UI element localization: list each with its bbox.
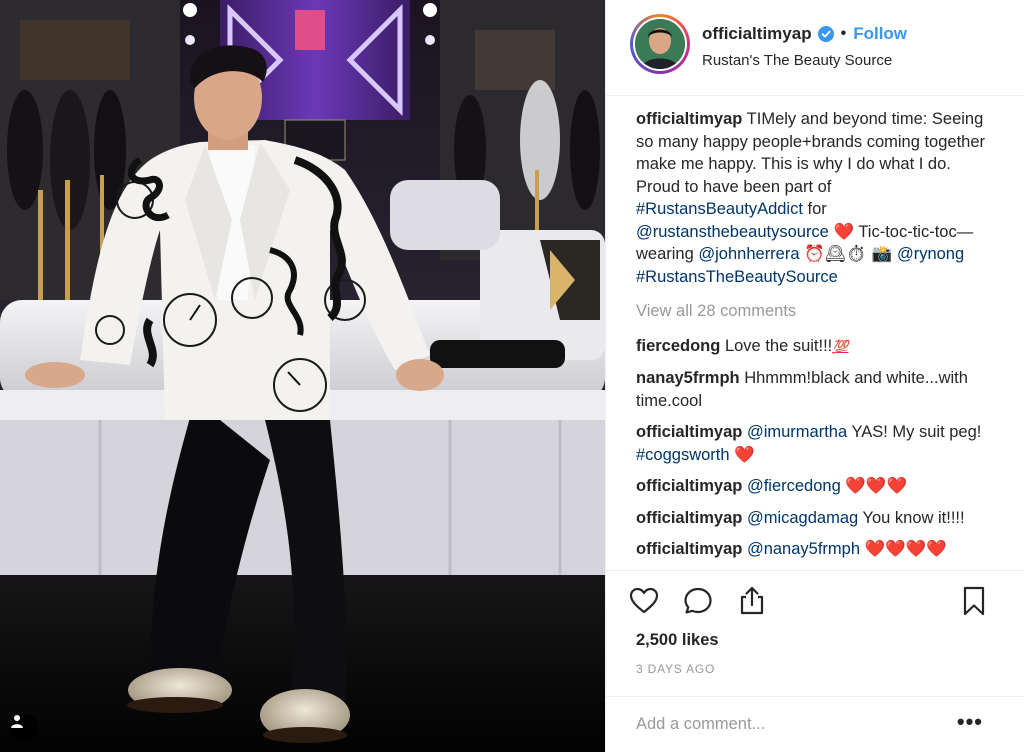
comment-item: officialtimyap @micagdamag You know it!!…: [636, 507, 998, 530]
post-caption: officialtimyap TIMely and beyond time: S…: [636, 108, 998, 288]
comment-text: YAS! My suit peg!: [851, 423, 982, 441]
caption-username[interactable]: officialtimyap: [636, 110, 742, 128]
heart-emojis: ❤️❤️❤️❤️: [864, 539, 947, 558]
heart-emojis: ❤️❤️❤️: [845, 476, 907, 495]
post-timestamp[interactable]: 3 DAYS AGO: [636, 662, 715, 676]
hundred-emoji: 💯: [832, 338, 849, 354]
comment-username[interactable]: nanay5frmph: [636, 369, 740, 387]
comment-username[interactable]: officialtimyap: [636, 477, 742, 495]
mention-link[interactable]: @imurmartha: [747, 423, 847, 441]
comment-username[interactable]: officialtimyap: [636, 540, 742, 558]
comments-list[interactable]: officialtimyap TIMely and beyond time: S…: [636, 108, 998, 570]
verified-badge-icon: [817, 26, 834, 42]
more-options-icon[interactable]: •••: [957, 709, 983, 735]
heart-outline-icon[interactable]: [628, 585, 660, 617]
post-sidebar: officialtimyap • Follow Rustan's The Bea…: [605, 0, 1024, 752]
mention-link[interactable]: @fiercedong: [747, 477, 841, 495]
tag-people-button[interactable]: [10, 714, 38, 742]
mention-link[interactable]: @johnherrera: [698, 245, 799, 263]
comment-item: officialtimyap @nanay5frmph ❤️❤️❤️❤️: [636, 538, 998, 561]
post-photo[interactable]: [0, 0, 605, 752]
heart-emoji: ❤️: [734, 444, 755, 464]
comment-username[interactable]: officialtimyap: [636, 509, 742, 527]
comment-text: Love the suit!!!: [724, 336, 833, 355]
mention-link[interactable]: @rustansthebeautysource: [636, 223, 829, 241]
hashtag-link[interactable]: #coggsworth: [636, 446, 730, 464]
mention-link[interactable]: @nanay5frmph: [747, 540, 860, 558]
hashtag-link[interactable]: #RustansTheBeautySource: [636, 268, 838, 286]
separator-dot: •: [840, 25, 847, 42]
comment-text: You know it!!!!: [862, 508, 965, 527]
post-header: officialtimyap • Follow Rustan's The Bea…: [606, 0, 1024, 96]
view-all-comments-link[interactable]: View all 28 comments: [636, 300, 998, 323]
post-image: [0, 0, 605, 752]
comment-item: officialtimyap @fiercedong ❤️❤️❤️: [636, 475, 998, 498]
heart-emoji: ❤️: [833, 221, 855, 241]
clock-emojis: ⏰🕰⏱ 📸: [804, 244, 893, 263]
follow-button[interactable]: Follow: [853, 24, 907, 44]
post-actions: 2,500 likes 3 DAYS AGO: [606, 570, 1024, 696]
comment-username[interactable]: officialtimyap: [636, 423, 742, 441]
avatar[interactable]: [630, 14, 690, 74]
comment-username[interactable]: fiercedong: [636, 337, 720, 355]
bookmark-icon[interactable]: [958, 585, 990, 617]
comment-item: nanay5frmph Hhmmm!black and white...with…: [636, 367, 998, 412]
hashtag-link[interactable]: #RustansBeautyAddict: [636, 200, 803, 218]
comment-item: fiercedong Love the suit!!!💯: [636, 335, 998, 359]
share-upload-icon[interactable]: [736, 585, 768, 617]
likes-count[interactable]: 2,500 likes: [636, 631, 719, 650]
caption-text: for: [807, 200, 827, 218]
mention-link[interactable]: @micagdamag: [747, 509, 858, 527]
header-username[interactable]: officialtimyap: [702, 24, 812, 44]
avatar-image: [635, 19, 685, 69]
person-tag-icon: [11, 715, 23, 728]
add-comment-row: •••: [606, 696, 1024, 752]
comment-item: officialtimyap @imurmartha YAS! My suit …: [636, 421, 998, 466]
header-user-row: officialtimyap • Follow: [702, 24, 907, 44]
location-link[interactable]: Rustan's The Beauty Source: [702, 52, 892, 69]
mention-link[interactable]: @rynong: [897, 245, 964, 263]
add-comment-input[interactable]: [636, 711, 936, 737]
speech-bubble-icon[interactable]: [682, 585, 714, 617]
